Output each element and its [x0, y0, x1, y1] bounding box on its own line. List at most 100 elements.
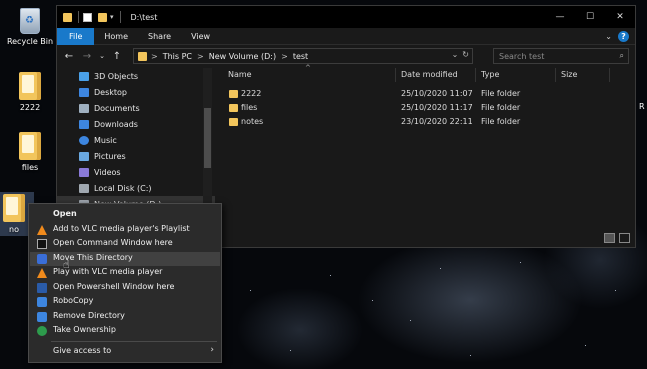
robocopy-icon: [37, 297, 47, 307]
nav-item-documents[interactable]: Documents: [57, 100, 215, 116]
menu-item-label: Remove Directory: [53, 311, 125, 320]
menu-item-remove-directory[interactable]: Remove Directory: [30, 310, 220, 324]
breadcrumb-new-volume[interactable]: New Volume (D:): [209, 52, 276, 61]
column-header-date-modified[interactable]: Date modified: [401, 70, 458, 79]
nav-item-label: Local Disk (C:): [94, 183, 152, 193]
breadcrumb-separator: >: [197, 51, 204, 61]
menu-item-open-powershell-window[interactable]: Open Powershell Window here: [30, 281, 220, 295]
file-type: File folder: [481, 89, 521, 98]
file-name: files: [241, 103, 258, 112]
nav-item-pictures[interactable]: Pictures: [57, 148, 215, 164]
window-title: D:\test: [130, 12, 158, 22]
column-divider[interactable]: [475, 68, 476, 82]
chevron-right-icon: ›: [210, 345, 214, 355]
details-view-button[interactable]: [604, 233, 615, 243]
new-folder-icon[interactable]: [98, 12, 107, 22]
folder-icon: [229, 118, 238, 126]
address-bar[interactable]: > This PC > New Volume (D:) > test ⌄ ↻: [133, 48, 473, 64]
menu-item-give-access-to[interactable]: Give access to ›: [30, 345, 220, 359]
address-row: ← → ⌄ ↑ > This PC > New Volume (D:) > te…: [57, 45, 635, 67]
desktop-icon-2222[interactable]: 2222: [2, 72, 58, 112]
scrollbar-thumb[interactable]: [204, 108, 211, 168]
column-divider[interactable]: [395, 68, 396, 82]
close-button[interactable]: ✕: [605, 6, 635, 28]
desktop-icon-recycle-bin[interactable]: Recycle Bin: [2, 8, 58, 46]
star: [440, 268, 441, 269]
divider: [119, 11, 121, 23]
menu-item-move-this-directory[interactable]: Move This Directory: [30, 252, 220, 266]
nav-item-videos[interactable]: Videos: [57, 164, 215, 180]
divider: [78, 11, 79, 23]
file-type: File folder: [481, 117, 521, 126]
ribbon: File Home Share View ⌄ ?: [57, 27, 635, 45]
menu-item-open-command-window[interactable]: Open Command Window here: [30, 237, 220, 251]
file-date: 25/10/2020 11:07: [401, 89, 473, 98]
menu-item-play-with-vlc[interactable]: Play with VLC media player: [30, 266, 220, 280]
file-date: 23/10/2020 22:11: [401, 117, 473, 126]
star: [470, 355, 471, 356]
menu-item-take-ownership[interactable]: Take Ownership: [30, 324, 220, 338]
back-button[interactable]: ←: [60, 51, 78, 62]
tab-file[interactable]: File: [57, 27, 95, 45]
file-date: 25/10/2020 11:17: [401, 103, 473, 112]
expand-ribbon-icon[interactable]: ⌄: [605, 32, 612, 41]
column-divider[interactable]: [609, 68, 610, 82]
vlc-icon: [37, 268, 47, 278]
help-icon[interactable]: ?: [618, 31, 629, 42]
menu-separator: [51, 341, 217, 342]
column-divider[interactable]: [555, 68, 556, 82]
tab-home[interactable]: Home: [94, 28, 138, 45]
desktop-icon-files[interactable]: files: [2, 132, 58, 172]
column-header-name[interactable]: Name: [228, 70, 252, 79]
folder-icon: [63, 12, 72, 22]
table-row[interactable]: 2222 25/10/2020 11:07 File folder: [217, 88, 635, 102]
recent-locations-button[interactable]: ⌄: [96, 52, 108, 60]
file-name: 2222: [241, 89, 262, 98]
nav-item-label: Downloads: [94, 119, 138, 129]
videos-icon: [79, 167, 89, 177]
folder-icon: [229, 104, 238, 112]
nav-item-desktop[interactable]: Desktop: [57, 84, 215, 100]
column-header-size[interactable]: Size: [561, 70, 577, 79]
table-row[interactable]: files 25/10/2020 11:17 File folder: [217, 102, 635, 116]
nav-item-label: 3D Objects: [94, 71, 139, 81]
file-name: notes: [241, 117, 264, 126]
customize-toolbar-icon[interactable]: ▾: [110, 13, 114, 21]
nav-item-3d-objects[interactable]: 3D Objects: [57, 68, 215, 84]
table-row[interactable]: notes 23/10/2020 22:11 File folder: [217, 116, 635, 130]
up-button[interactable]: ↑: [108, 51, 126, 62]
mouse-cursor-icon: ☝: [63, 258, 70, 271]
menu-item-robocopy[interactable]: RoboCopy: [30, 295, 220, 309]
minimize-button[interactable]: —: [545, 6, 575, 28]
menu-item-label: Give access to: [53, 346, 112, 355]
nav-item-music[interactable]: Music: [57, 132, 215, 148]
menu-item-open[interactable]: Open: [30, 208, 220, 222]
remove-directory-icon: [37, 312, 47, 322]
refresh-icon[interactable]: ↻: [462, 50, 469, 59]
nav-item-local-disk-c[interactable]: Local Disk (C:): [57, 180, 215, 196]
desktop-icon-label: files: [21, 163, 39, 172]
star: [250, 290, 251, 291]
command-prompt-icon: [37, 239, 47, 249]
desktop-icon-label: Recycle Bin: [6, 37, 54, 46]
column-headers: ^ Name Date modified Type Size: [217, 64, 635, 82]
breadcrumb-this-pc[interactable]: This PC: [163, 52, 192, 61]
address-dropdown-icon[interactable]: ⌄: [452, 50, 459, 59]
move-icon: [37, 254, 47, 264]
maximize-button[interactable]: ☐: [575, 6, 605, 28]
folder-icon: [19, 72, 41, 100]
menu-item-add-to-vlc-playlist[interactable]: Add to VLC media player's Playlist: [30, 223, 220, 237]
nav-item-downloads[interactable]: Downloads: [57, 116, 215, 132]
tab-view[interactable]: View: [181, 28, 220, 45]
nav-item-label: Videos: [94, 167, 121, 177]
forward-button[interactable]: →: [78, 51, 96, 62]
column-header-type[interactable]: Type: [481, 70, 499, 79]
search-input[interactable]: [499, 51, 611, 61]
properties-icon[interactable]: [83, 12, 92, 22]
breadcrumb-test[interactable]: test: [293, 52, 308, 61]
large-icons-view-button[interactable]: [619, 233, 630, 243]
title-bar[interactable]: ▾ D:\test — ☐ ✕: [57, 6, 635, 28]
star: [372, 300, 373, 301]
tab-share[interactable]: Share: [138, 28, 181, 45]
folder-icon: [19, 132, 41, 160]
